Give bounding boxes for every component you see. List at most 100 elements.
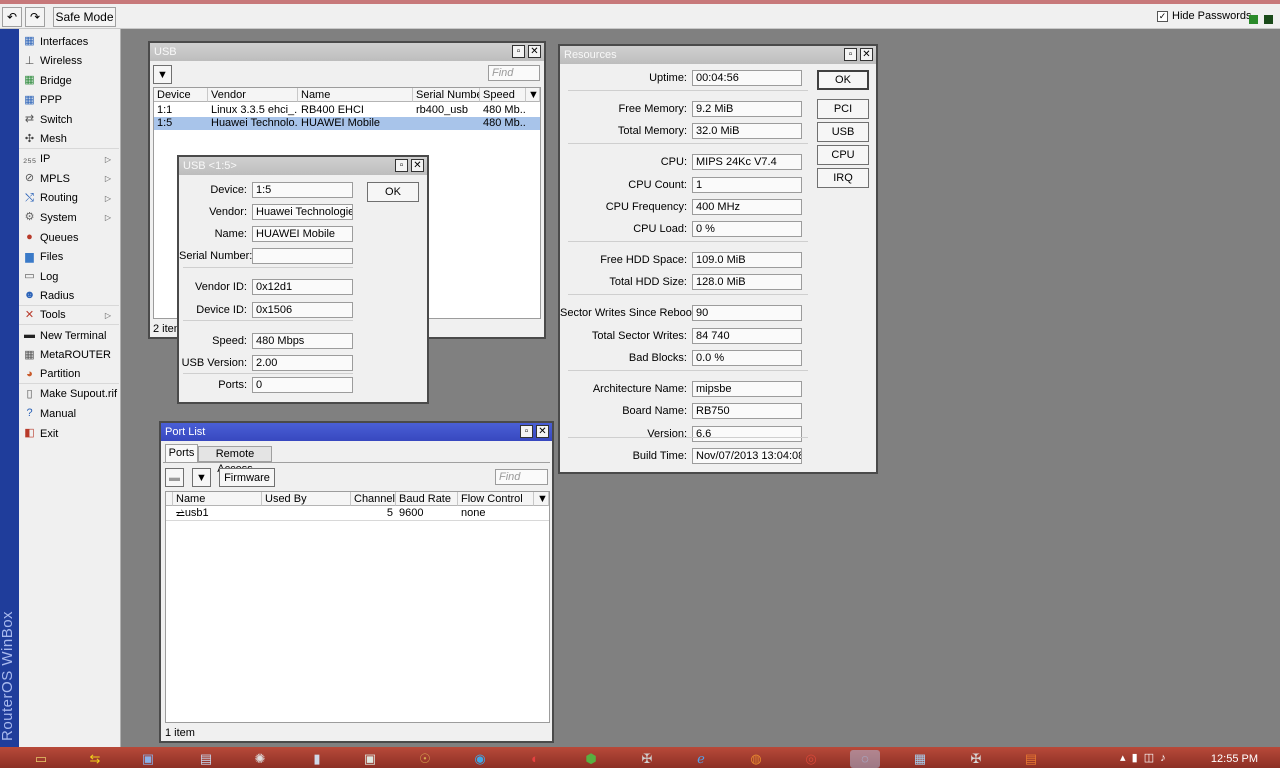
speed-field[interactable]: 480 Mbps xyxy=(252,333,353,349)
table-cell[interactable]: 5 xyxy=(351,507,396,520)
sidebar-item-queues[interactable]: ● Queues xyxy=(19,228,119,247)
maximize-icon[interactable]: ▫ xyxy=(844,48,857,61)
safe-mode-button[interactable]: Safe Mode xyxy=(53,7,116,27)
table-cell[interactable]: 9600 xyxy=(396,507,458,520)
winbox-icon[interactable]: ⇆ xyxy=(80,750,110,768)
table-cell[interactable] xyxy=(413,117,480,130)
filter-button[interactable]: ▼ xyxy=(192,468,211,487)
ports-field[interactable]: 0 xyxy=(252,377,353,393)
usb-window-titlebar[interactable]: USB ▫ ✕ xyxy=(150,43,544,61)
sidebar-item-partition[interactable]: ◕ Partition xyxy=(19,365,119,385)
close-icon[interactable]: ✕ xyxy=(411,159,424,172)
sidebar-item-new-terminal[interactable]: ▬ New Terminal xyxy=(19,326,119,345)
settings-task-icon[interactable]: ✠ xyxy=(961,750,991,768)
col-header-serial[interactable]: Serial Number xyxy=(413,88,480,102)
cpu-count-field[interactable]: 1 xyxy=(692,177,802,193)
serial-number-field[interactable] xyxy=(252,248,353,264)
remove-button[interactable]: ▬ xyxy=(165,468,184,487)
free-hdd-space-field[interactable]: 109.0 MiB xyxy=(692,252,802,268)
table-cell[interactable]: HUAWEI Mobile xyxy=(298,117,413,130)
sidebar-item-switch[interactable]: ⇄ Switch xyxy=(19,110,119,129)
network-icon[interactable]: ▣ xyxy=(133,750,163,768)
irq-button[interactable]: IRQ xyxy=(817,168,869,188)
hide-passwords-toggle[interactable]: ✓ Hide Passwords xyxy=(1157,10,1251,22)
media-icon[interactable]: ◉ xyxy=(465,750,495,768)
sector-writes-since-reboot-field[interactable]: 90 xyxy=(692,305,802,321)
column-menu-icon[interactable]: ▼ xyxy=(526,88,540,102)
col-header-name[interactable]: Name xyxy=(173,492,262,506)
uptime-field[interactable]: 00:04:56 xyxy=(692,70,802,86)
tab-ports[interactable]: Ports xyxy=(165,444,198,462)
ok-button[interactable]: OK xyxy=(817,70,869,90)
sidebar-item-manual[interactable]: ? Manual xyxy=(19,404,119,423)
vendor-id-field[interactable]: 0x12d1 xyxy=(252,279,353,295)
sidebar-item-system[interactable]: ⚙ System ▷ xyxy=(19,208,119,227)
free-memory-field[interactable]: 9.2 MiB xyxy=(692,101,802,117)
cpu-frequency-field[interactable]: 400 MHz xyxy=(692,199,802,215)
col-header-name[interactable]: Name xyxy=(298,88,413,102)
close-icon[interactable]: ✕ xyxy=(860,48,873,61)
col-header-channels[interactable]: Channels xyxy=(351,492,396,506)
firefox-icon[interactable]: ◍ xyxy=(741,750,771,768)
undo-button[interactable]: ↶ xyxy=(2,7,22,27)
bad-blocks-field[interactable]: 0.0 % xyxy=(692,350,802,366)
shield-icon[interactable]: ⬢ xyxy=(576,750,606,768)
tools-task-icon[interactable]: ✠ xyxy=(632,750,662,768)
table-cell[interactable]: RB400 EHCI xyxy=(298,104,413,117)
pci-button[interactable]: PCI xyxy=(817,99,869,119)
sidebar-item-ip[interactable]: ₂₅₅ IP ▷ xyxy=(19,150,119,169)
sidebar-item-mpls[interactable]: ⊘ MPLS ▷ xyxy=(19,169,119,188)
maximize-icon[interactable]: ▫ xyxy=(395,159,408,172)
close-icon[interactable]: ✕ xyxy=(528,45,541,58)
col-header-speed[interactable]: Speed xyxy=(480,88,526,102)
tab-remote-access[interactable]: Remote Access xyxy=(198,446,272,475)
cpu-button[interactable]: CPU xyxy=(817,145,869,165)
filter-button[interactable]: ▼ xyxy=(153,65,172,84)
column-menu-icon[interactable]: ▼ xyxy=(534,492,549,506)
phone-icon[interactable]: ▮ xyxy=(302,750,332,768)
col-header-baud-rate[interactable]: Baud Rate xyxy=(396,492,458,506)
device-field[interactable]: 1:5 xyxy=(252,182,353,198)
port-find-input[interactable]: Find xyxy=(495,469,548,485)
table-cell[interactable]: Huawei Technolo... xyxy=(208,117,298,130)
sidebar-item-files[interactable]: ▆ Files xyxy=(19,248,119,267)
taskbar-clock[interactable]: 12:55 PM xyxy=(1211,753,1258,765)
redo-button[interactable]: ↷ xyxy=(25,7,45,27)
build-time-field[interactable]: Nov/07/2013 13:04:08 xyxy=(692,448,802,464)
table-cell[interactable]: Linux 3.3.5 ehci_... xyxy=(208,104,298,117)
sidebar-item-routing[interactable]: ⤭ Routing ▷ xyxy=(19,189,119,208)
cpu-field[interactable]: MIPS 24Kc V7.4 xyxy=(692,154,802,170)
table-cell[interactable] xyxy=(262,507,351,520)
table-cell[interactable]: 1:1 xyxy=(154,104,208,117)
usb-version-field[interactable]: 2.00 xyxy=(252,355,353,371)
sidebar-item-mesh[interactable]: ✣ Mesh xyxy=(19,130,119,149)
col-header-device[interactable]: Device xyxy=(154,88,208,102)
ok-button[interactable]: OK xyxy=(367,182,419,202)
total-hdd-size-field[interactable]: 128.0 MiB xyxy=(692,274,802,290)
close-icon[interactable]: ✕ xyxy=(536,425,549,438)
sidebar-item-tools[interactable]: ✕ Tools ▷ xyxy=(19,306,119,326)
table-cell[interactable]: 1:5 xyxy=(154,117,208,130)
globe-icon[interactable]: ✺ xyxy=(245,750,275,768)
usb-find-input[interactable]: Find xyxy=(488,65,540,81)
sidebar-item-exit[interactable]: ◧ Exit xyxy=(19,424,119,443)
winbox-active-icon[interactable]: ◌ xyxy=(850,750,880,768)
sidebar-item-log[interactable]: ▭ Log xyxy=(19,267,119,286)
col-header-flow-control[interactable]: Flow Control xyxy=(458,492,534,506)
folder-icon[interactable]: ▭ xyxy=(26,750,56,768)
office-icon[interactable]: ▤ xyxy=(1016,750,1046,768)
port-name-cell[interactable]: ⥨usb1 xyxy=(173,507,262,520)
maximize-icon[interactable]: ▫ xyxy=(520,425,533,438)
sidebar-item-metarouter[interactable]: ▦ MetaROUTER xyxy=(19,346,119,365)
sidebar-item-ppp[interactable]: ▦ PPP xyxy=(19,91,119,110)
owl-icon[interactable]: ☉ xyxy=(410,750,440,768)
usb-detail-titlebar[interactable]: USB <1:5> ▫ ✕ xyxy=(179,157,427,175)
firmware-button[interactable]: Firmware xyxy=(219,468,275,487)
board-name-field[interactable]: RB750 xyxy=(692,403,802,419)
table-cell[interactable]: none xyxy=(458,507,534,520)
sidebar-item-radius[interactable]: ☻ Radius xyxy=(19,287,119,306)
resources-titlebar[interactable]: Resources ▫ ✕ xyxy=(560,46,876,64)
port-list-titlebar[interactable]: Port List ▫ ✕ xyxy=(161,423,552,441)
name-field[interactable]: HUAWEI Mobile xyxy=(252,226,353,242)
version-field[interactable]: 6.6 xyxy=(692,426,802,442)
